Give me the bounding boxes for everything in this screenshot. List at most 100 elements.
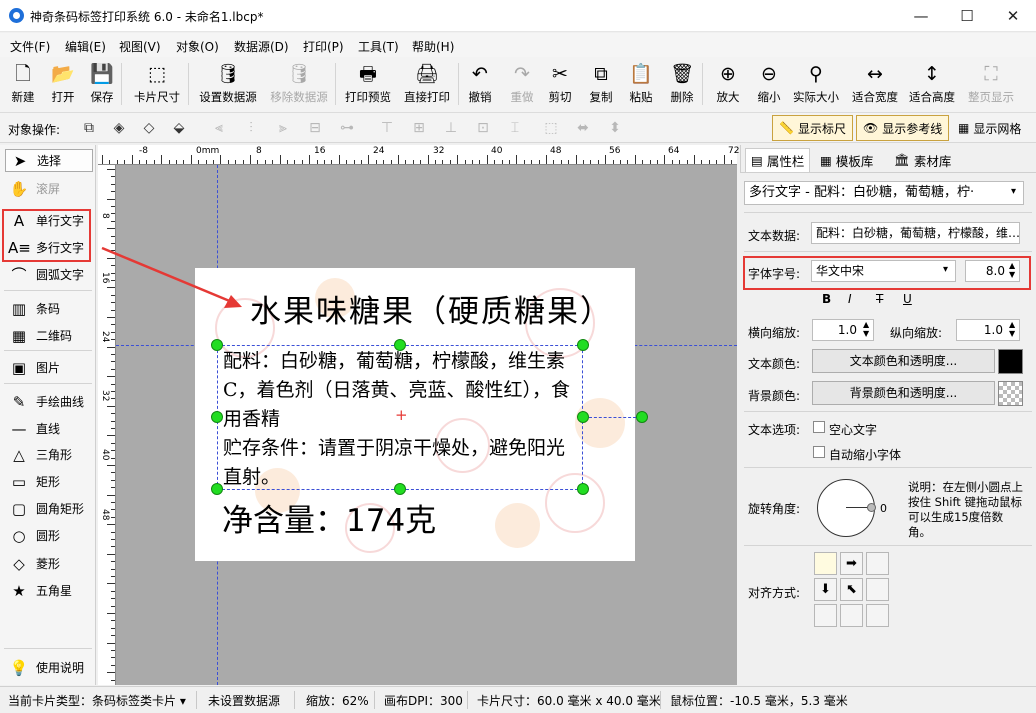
arrow-right-icon[interactable]: ➡	[840, 552, 863, 575]
resize-handle[interactable]	[394, 339, 406, 351]
tool-line[interactable]: — 直线	[5, 417, 93, 440]
database-button[interactable]: 🛢 设置数据源	[197, 59, 259, 109]
redo-button[interactable]: ↷ 重做	[508, 59, 536, 109]
arrow-diagonal-icon[interactable]: ⬉	[840, 578, 863, 601]
tool-single-line-text[interactable]: A 单行文字	[5, 209, 93, 232]
bold-button[interactable]: B	[822, 292, 831, 306]
italic-button[interactable]: I	[848, 292, 852, 306]
full-page-button[interactable]: ⛶ 整页显示	[966, 59, 1016, 109]
align-bottom-center-box[interactable]	[840, 604, 863, 627]
resize-handle[interactable]	[394, 483, 406, 495]
tool-rectangle[interactable]: ▭ 矩形	[5, 470, 93, 493]
show-guides-toggle[interactable]: 👁 显示参考线	[856, 115, 950, 141]
tool-rounded-rectangle[interactable]: ▢ 圆角矩形	[5, 497, 93, 520]
align-top-icon[interactable]: ⊤	[378, 119, 396, 137]
chevron-down-icon[interactable]: ▾	[1011, 186, 1016, 197]
tool-star[interactable]: ★ 五角星	[5, 579, 93, 602]
tab-library[interactable]: 🏛 素材库	[889, 148, 956, 172]
print-preview-button[interactable]: 🖶 打印预览	[343, 59, 393, 109]
zoom-out-button[interactable]: ⊖ 缩小	[755, 59, 783, 109]
distribute-horizontal-icon[interactable]: ⊟	[306, 119, 324, 137]
menu-edit[interactable]: 编辑(E)	[65, 38, 106, 55]
center-vertical-icon[interactable]: ⌶	[506, 119, 524, 137]
send-backward-icon[interactable]: ◇	[140, 119, 158, 137]
align-middle-right-box[interactable]	[866, 578, 889, 601]
resize-handle[interactable]	[211, 411, 223, 423]
save-button[interactable]: 💾 保存	[88, 59, 116, 109]
align-top-right-box[interactable]	[866, 552, 889, 575]
bring-to-front-icon[interactable]: ◈	[110, 119, 128, 137]
fit-height-button[interactable]: ↕ 适合高度	[907, 59, 957, 109]
paste-button[interactable]: 📋 粘贴	[627, 59, 655, 109]
strikethrough-button[interactable]: T	[876, 292, 883, 306]
chevron-down-icon[interactable]: ▾	[943, 264, 948, 275]
spinner-arrows-icon[interactable]: ▲ ▼	[863, 320, 869, 338]
align-center-icon[interactable]: ⫶	[242, 119, 260, 137]
hollow-text-checkbox[interactable]	[813, 421, 825, 433]
align-bottom-left-box[interactable]	[814, 604, 837, 627]
fit-width-button[interactable]: ↔ 适合宽度	[850, 59, 900, 109]
align-middle-icon[interactable]: ⊞	[410, 119, 428, 137]
menu-help[interactable]: 帮助(H)	[412, 38, 454, 55]
tab-templates[interactable]: ▦ 模板库	[815, 148, 878, 172]
card-size-button[interactable]: ⬚ 卡片尺寸	[133, 59, 181, 109]
rotation-handle[interactable]	[636, 411, 648, 423]
bring-forward-icon[interactable]: ⧉	[80, 119, 98, 137]
send-to-back-icon[interactable]: ⬙	[170, 119, 188, 137]
auto-shrink-checkbox[interactable]	[813, 446, 825, 458]
resize-handle[interactable]	[577, 339, 589, 351]
card-type-select[interactable]: 当前卡片类型：条码标签类卡片 ▾	[8, 692, 186, 709]
tool-barcode[interactable]: ▥ 条码	[5, 297, 93, 320]
text-color-button[interactable]: 文本颜色和透明度...	[812, 349, 995, 373]
card-net-weight-text[interactable]: 净含量：174克	[222, 495, 436, 540]
show-grid-toggle[interactable]: ▦ 显示网格	[952, 115, 1027, 141]
tool-diamond[interactable]: ◇ 菱形	[5, 552, 93, 575]
resize-handle[interactable]	[211, 483, 223, 495]
tool-pencil[interactable]: ✎ 手绘曲线	[5, 390, 93, 413]
resize-handle[interactable]	[211, 339, 223, 351]
card-title-text[interactable]: 水果味糖果（硬质糖果）	[250, 286, 613, 331]
tool-triangle[interactable]: △ 三角形	[5, 443, 93, 466]
font-family-select[interactable]: 华文中宋	[811, 260, 956, 282]
align-top-left-box[interactable]	[814, 552, 837, 575]
tool-qrcode[interactable]: ▦ 二维码	[5, 324, 93, 347]
undo-button[interactable]: ↶ 撤销	[466, 59, 494, 109]
align-left-icon[interactable]: ⫷	[210, 119, 228, 137]
menu-print[interactable]: 打印(P)	[303, 38, 344, 55]
object-select[interactable]: 多行文字 - 配料：白砂糖，葡萄糖，柠·	[744, 181, 1024, 205]
bg-color-button[interactable]: 背景颜色和透明度...	[812, 381, 995, 405]
tab-properties[interactable]: ▤ 属性栏	[745, 148, 811, 172]
center-horizontal-icon[interactable]: ⊶	[338, 119, 356, 137]
menu-datasource[interactable]: 数据源(D)	[234, 38, 289, 55]
spinner-arrows-icon[interactable]: ▲ ▼	[1009, 320, 1015, 338]
new-file-button[interactable]: 🗋 新建	[10, 59, 36, 109]
close-button[interactable]: ✕	[990, 0, 1036, 32]
tool-image[interactable]: ▣ 图片	[5, 356, 93, 379]
maximize-button[interactable]: ☐	[944, 0, 990, 32]
copy-button[interactable]: ⧉ 复制	[587, 59, 615, 109]
underline-button[interactable]: U	[903, 292, 912, 306]
resize-handle[interactable]	[577, 483, 589, 495]
same-width-icon[interactable]: ⬌	[574, 119, 592, 137]
open-button[interactable]: 📂 打开	[49, 59, 77, 109]
remove-database-button[interactable]: 🛢 移除数据源	[268, 59, 330, 109]
tool-multi-line-text[interactable]: A≡ 多行文字	[5, 236, 93, 259]
same-height-icon[interactable]: ⬍	[606, 119, 624, 137]
actual-size-button[interactable]: ⚲ 实际大小	[791, 59, 841, 109]
text-color-swatch[interactable]	[998, 349, 1023, 374]
align-bottom-icon[interactable]: ⊥	[442, 119, 460, 137]
delete-button[interactable]: 🗑 删除	[668, 59, 696, 109]
align-right-icon[interactable]: ⫸	[274, 119, 292, 137]
rotation-knob[interactable]	[867, 503, 876, 512]
arrow-down-icon[interactable]: ⬇	[814, 578, 837, 601]
menu-tools[interactable]: 工具(T)	[358, 38, 399, 55]
print-button[interactable]: 🖨 直接打印	[402, 59, 452, 109]
tool-arc-text[interactable]: ⌒ 圆弧文字	[5, 263, 93, 286]
same-size-icon[interactable]: ⬚	[542, 119, 560, 137]
menu-object[interactable]: 对象(O)	[176, 38, 219, 55]
spinner-arrows-icon[interactable]: ▲ ▼	[1009, 261, 1015, 279]
tool-pointer[interactable]: ➤ 选择	[5, 149, 93, 172]
align-bottom-right-box[interactable]	[866, 604, 889, 627]
show-ruler-toggle[interactable]: 📏 显示标尺	[772, 115, 853, 141]
distribute-vertical-icon[interactable]: ⊡	[474, 119, 492, 137]
